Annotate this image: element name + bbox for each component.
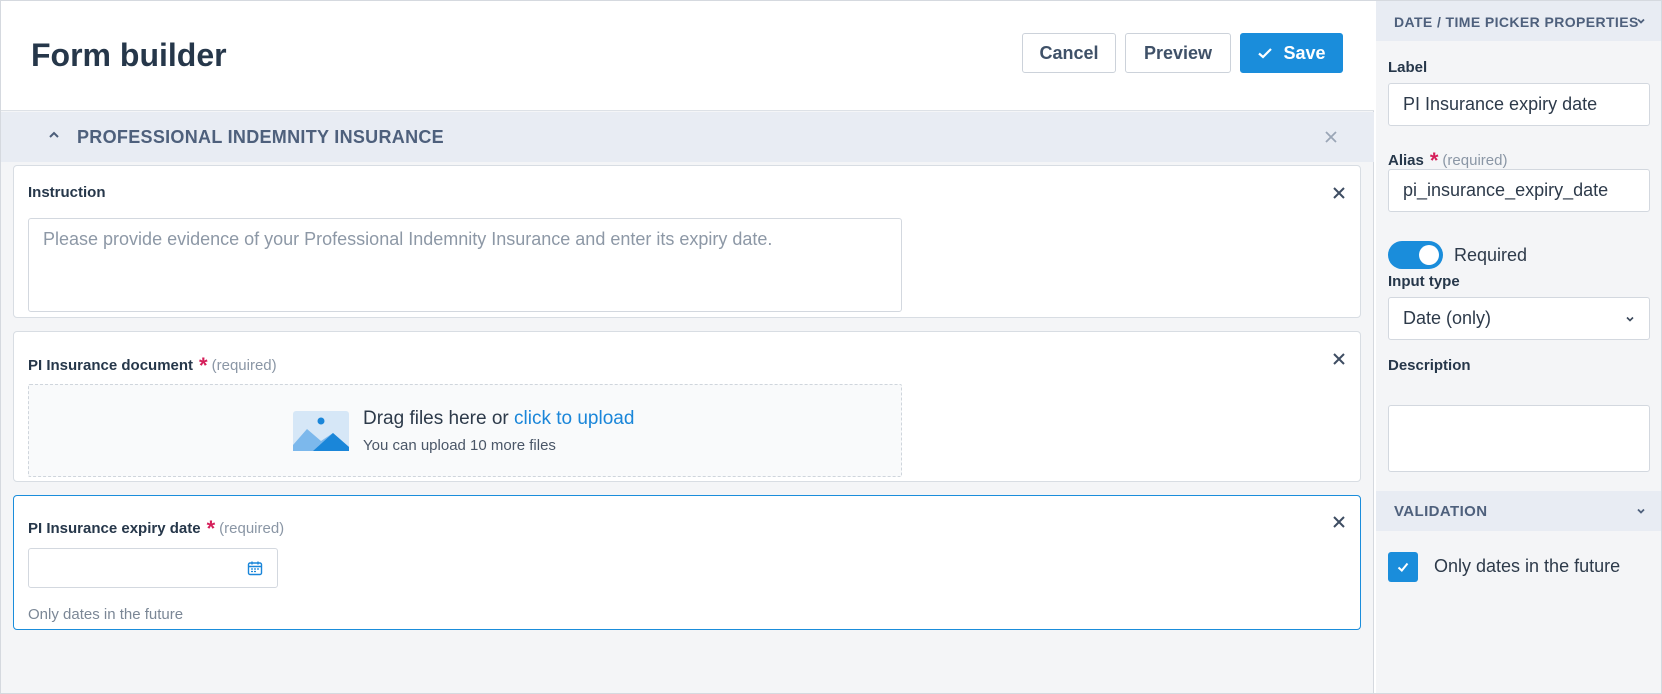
calendar-icon[interactable] <box>247 560 263 576</box>
section-title: PROFESSIONAL INDEMNITY INSURANCE <box>77 127 444 147</box>
close-icon[interactable] <box>1332 352 1346 366</box>
document-label: PI Insurance document * (required) <box>28 350 277 378</box>
input-type-select[interactable]: Date (only) <box>1388 297 1650 340</box>
document-label-text: PI Insurance document <box>28 357 194 374</box>
alias-title-text: Alias <box>1388 152 1424 169</box>
future-dates-label: Only dates in the future <box>1434 556 1621 576</box>
required-toggle[interactable] <box>1388 241 1443 269</box>
future-dates-checkbox[interactable] <box>1388 552 1418 582</box>
save-button[interactable]: Save <box>1240 33 1343 73</box>
expiry-date-card[interactable]: PI Insurance expiry date * (required) Only… <box>13 495 1361 630</box>
form-builder-main: Form builder Cancel Preview Save PROFESS… <box>1 1 1374 693</box>
required-toggle-label: Required <box>1454 245 1528 265</box>
instruction-label: Instruction <box>28 184 106 201</box>
section-header[interactable]: PROFESSIONAL INDEMNITY INSURANCE <box>1 112 1374 162</box>
instruction-textarea[interactable]: Please provide evidence of your Professi… <box>28 218 902 312</box>
panel-header[interactable]: DATE / TIME PICKER PROPERTIES <box>1376 1 1661 41</box>
panel-title: DATE / TIME PICKER PROPERTIES <box>1394 14 1639 30</box>
chevron-down-icon <box>1626 316 1634 322</box>
date-hint: Only dates in the future <box>28 606 184 623</box>
validation-title: VALIDATION <box>1394 503 1488 520</box>
chevron-up-icon[interactable] <box>45 126 63 144</box>
alias-field-title: Alias * (required) <box>1388 145 1508 173</box>
close-icon[interactable] <box>1323 129 1339 145</box>
required-text: (required) <box>219 520 285 537</box>
required-text: (required) <box>211 357 277 374</box>
check-icon <box>1397 562 1409 572</box>
properties-panel: DATE / TIME PICKER PROPERTIES Label PI I… <box>1376 1 1661 693</box>
input-type-title: Input type <box>1388 273 1460 290</box>
header: Form builder Cancel Preview Save <box>1 1 1374 111</box>
image-icon <box>293 411 349 451</box>
close-icon[interactable] <box>1332 515 1346 529</box>
label-input[interactable]: PI Insurance expiry date <box>1388 83 1650 126</box>
save-button-label: Save <box>1283 42 1326 63</box>
dropzone-text: Drag files here or click to upload <box>363 408 634 430</box>
close-icon[interactable] <box>1332 186 1346 200</box>
check-icon <box>1258 48 1273 59</box>
file-dropzone[interactable]: Drag files here or click to upload You c… <box>28 384 902 477</box>
input-type-value: Date (only) <box>1403 308 1492 328</box>
upload-hint: You can upload 10 more files <box>363 437 556 454</box>
expiry-label-text: PI Insurance expiry date <box>28 520 201 537</box>
drop-text: Drag files here or <box>363 408 509 429</box>
document-card[interactable]: PI Insurance document * (required) Drag fi… <box>13 331 1361 482</box>
chevron-down-icon[interactable] <box>1635 505 1647 517</box>
required-star: * <box>206 516 216 541</box>
toggle-knob <box>1419 245 1439 265</box>
preview-button[interactable]: Preview <box>1125 33 1231 73</box>
page-title: Form builder <box>31 37 227 73</box>
alias-input[interactable]: pi_insurance_expiry_date <box>1388 169 1650 212</box>
required-text: (required) <box>1442 152 1508 169</box>
description-title: Description <box>1388 357 1471 374</box>
label-field-title: Label <box>1388 59 1428 76</box>
date-picker-input[interactable] <box>28 548 278 588</box>
instruction-card[interactable]: Instruction Please provide evidence of y… <box>13 165 1361 318</box>
expiry-label: PI Insurance expiry date * (required) <box>28 513 285 541</box>
chevron-down-icon[interactable] <box>1635 15 1647 27</box>
validation-header[interactable]: VALIDATION <box>1376 491 1661 531</box>
description-textarea[interactable] <box>1388 405 1650 472</box>
cancel-button[interactable]: Cancel <box>1022 33 1116 73</box>
required-star: * <box>199 353 208 378</box>
upload-link[interactable]: click to upload <box>514 408 634 429</box>
